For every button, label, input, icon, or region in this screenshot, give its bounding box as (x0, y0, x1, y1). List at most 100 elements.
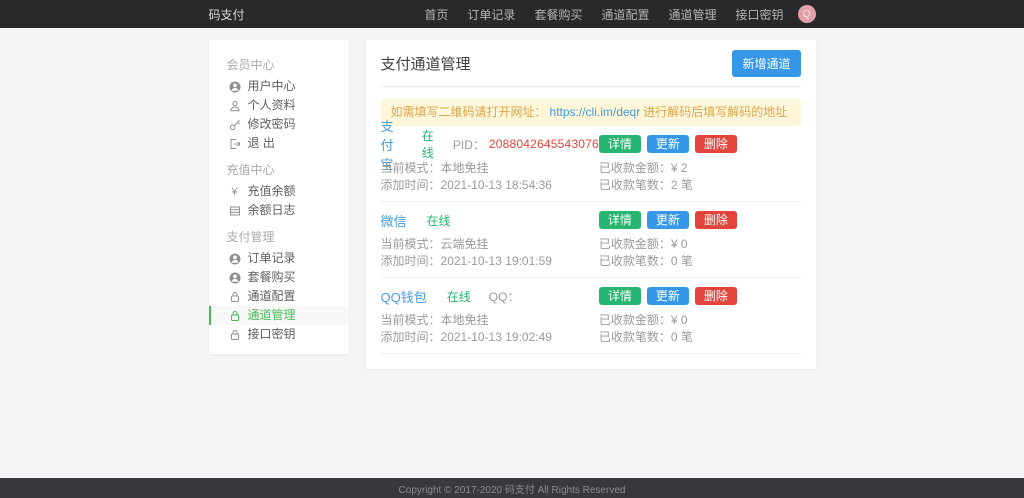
amount-label: 已收款金额： (599, 161, 671, 175)
nav-item-api-key[interactable]: 接口密钥 (735, 6, 783, 23)
received-amount: 已收款金额：¥ 0 (599, 313, 801, 327)
sidebar-item-channel-config[interactable]: 通道配置 (209, 287, 349, 306)
count-value: 2 笔 (671, 178, 693, 192)
channel-info: 支付宝 在线 PID： 2088042645543076 当前模式：本地免挂 添… (381, 135, 599, 192)
navbar-inner: 码支付 首页 订单记录 套餐购买 通道配置 通道管理 接口密钥 Q (209, 0, 816, 28)
decode-url-link[interactable]: https://cli.im/deqr (550, 105, 641, 119)
count-label: 已收款笔数： (599, 178, 671, 192)
channel-id-label: PID： (453, 136, 485, 153)
update-button[interactable]: 更新 (647, 135, 689, 153)
sidebar-item-order-records[interactable]: 订单记录 (209, 249, 349, 268)
brand-logo[interactable]: 码支付 (209, 6, 245, 23)
action-buttons: 详情 更新 删除 (599, 211, 801, 229)
list-icon (229, 205, 241, 217)
page-footer: Copyright © 2017-2020 码支付 All Rights Res… (0, 478, 1024, 498)
nav-item-channel-config[interactable]: 通道配置 (601, 6, 649, 23)
sidebar-item-label: 通道配置 (248, 290, 296, 303)
amount-value: ¥ 2 (671, 161, 688, 175)
avatar-letter: Q (803, 9, 811, 20)
received-count: 已收款笔数：2 笔 (599, 178, 801, 192)
lock-icon (229, 291, 241, 303)
channel-actions: 详情 更新 删除 已收款金额：¥ 0 已收款笔数：0 笔 (599, 287, 801, 344)
sidebar-item-label: 个人资料 (248, 99, 296, 112)
sidebar-item-channel-manage[interactable]: 通道管理 (209, 306, 349, 325)
nav-item-home[interactable]: 首页 (424, 6, 448, 23)
sidebar-item-label: 接口密钥 (248, 328, 296, 341)
sidebar-item-logout[interactable]: 退 出 (209, 134, 349, 153)
update-button[interactable]: 更新 (647, 287, 689, 305)
channel-mode: 当前模式：本地免挂 (381, 161, 599, 175)
channel-name-link[interactable]: 微信 (381, 211, 407, 230)
time-label: 添加时间： (381, 178, 441, 192)
sidebar-item-label: 通道管理 (248, 309, 296, 322)
sidebar-item-profile[interactable]: 个人资料 (209, 96, 349, 115)
status-badge: 在线 (447, 288, 471, 305)
nav-links: 首页 订单记录 套餐购买 通道配置 通道管理 接口密钥 (424, 6, 783, 23)
copyright-text: Copyright © 2017-2020 码支付 All Rights Res… (399, 481, 626, 496)
channel-headline: QQ钱包 在线 QQ： (381, 287, 599, 305)
count-label: 已收款笔数： (599, 330, 671, 344)
sidebar-section-member-center: 会员中心 (209, 48, 349, 77)
sidebar-item-api-key[interactable]: 接口密钥 (209, 325, 349, 344)
time-value: 2021-10-13 19:02:49 (441, 330, 552, 344)
channel-row-qq-wallet: QQ钱包 在线 QQ： 当前模式：本地免挂 添加时间：2021-10-13 19… (381, 278, 801, 354)
user-circle-icon (229, 253, 241, 265)
sidebar-item-recharge-balance[interactable]: ¥ 充值余额 (209, 182, 349, 201)
page: 码支付 首页 订单记录 套餐购买 通道配置 通道管理 接口密钥 Q 会员中心 用… (0, 0, 1024, 498)
sidebar-item-package-purchase[interactable]: 套餐购买 (209, 268, 349, 287)
action-buttons: 详情 更新 删除 (599, 287, 801, 305)
sidebar-item-label: 用户中心 (248, 80, 296, 93)
sidebar-item-label: 修改密码 (248, 118, 296, 131)
top-navbar: 码支付 首页 订单记录 套餐购买 通道配置 通道管理 接口密钥 Q (0, 0, 1024, 28)
received-amount: 已收款金额：¥ 2 (599, 161, 801, 175)
nav-item-channel-manage[interactable]: 通道管理 (668, 6, 716, 23)
channel-id-label: QQ： (489, 288, 520, 305)
sidebar-item-user-center[interactable]: 用户中心 (209, 77, 349, 96)
mode-label: 当前模式： (381, 313, 441, 327)
panel-header: 支付通道管理 新增通道 (381, 50, 801, 87)
person-icon (229, 100, 241, 112)
channel-headline: 微信 在线 (381, 211, 599, 229)
delete-button[interactable]: 删除 (695, 211, 737, 229)
sidebar-item-change-password[interactable]: 修改密码 (209, 115, 349, 134)
sidebar-item-balance-log[interactable]: 余额日志 (209, 201, 349, 220)
count-value: 0 笔 (671, 254, 693, 268)
mode-label: 当前模式： (381, 237, 441, 251)
amount-value: ¥ 0 (671, 313, 688, 327)
count-value: 0 笔 (671, 330, 693, 344)
channel-name-link[interactable]: QQ钱包 (381, 287, 427, 306)
time-value: 2021-10-13 19:01:59 (441, 254, 552, 268)
add-channel-button[interactable]: 新增通道 (732, 50, 800, 77)
channel-added-time: 添加时间：2021-10-13 18:54:36 (381, 178, 599, 192)
detail-button[interactable]: 详情 (599, 135, 641, 153)
status-badge: 在线 (427, 212, 451, 229)
qr-decode-notice: 如需填写二维码请打开网址：https://cli.im/deqr进行解码后填写解… (381, 99, 801, 126)
nav-item-order-records[interactable]: 订单记录 (467, 6, 515, 23)
user-circle-icon (229, 81, 241, 93)
sidebar-section-payment-manage: 支付管理 (209, 220, 349, 249)
sidebar-section-recharge-center: 充值中心 (209, 153, 349, 182)
sidebar-item-label: 订单记录 (248, 252, 296, 265)
nav-item-package-purchase[interactable]: 套餐购买 (534, 6, 582, 23)
channel-added-time: 添加时间：2021-10-13 19:01:59 (381, 254, 599, 268)
channel-mode: 当前模式：本地免挂 (381, 313, 599, 327)
update-button[interactable]: 更新 (647, 211, 689, 229)
detail-button[interactable]: 详情 (599, 287, 641, 305)
action-buttons: 详情 更新 删除 (599, 135, 801, 153)
lock-icon (229, 310, 241, 322)
sidebar-item-label: 退 出 (248, 137, 275, 150)
user-avatar[interactable]: Q (798, 5, 816, 23)
delete-button[interactable]: 删除 (695, 135, 737, 153)
channel-info: 微信 在线 当前模式：云端免挂 添加时间：2021-10-13 19:01:59 (381, 211, 599, 268)
status-badge: 在线 (422, 127, 435, 161)
key-icon (229, 119, 241, 131)
mode-label: 当前模式： (381, 161, 441, 175)
detail-button[interactable]: 详情 (599, 211, 641, 229)
delete-button[interactable]: 删除 (695, 287, 737, 305)
sidebar-item-label: 余额日志 (248, 204, 296, 217)
notice-text-prefix: 如需填写二维码请打开网址： (391, 105, 547, 119)
channel-row-alipay: 支付宝 在线 PID： 2088042645543076 当前模式：本地免挂 添… (381, 126, 801, 202)
page-title: 支付通道管理 (381, 53, 471, 74)
received-amount: 已收款金额：¥ 0 (599, 237, 801, 251)
received-count: 已收款笔数：0 笔 (599, 330, 801, 344)
